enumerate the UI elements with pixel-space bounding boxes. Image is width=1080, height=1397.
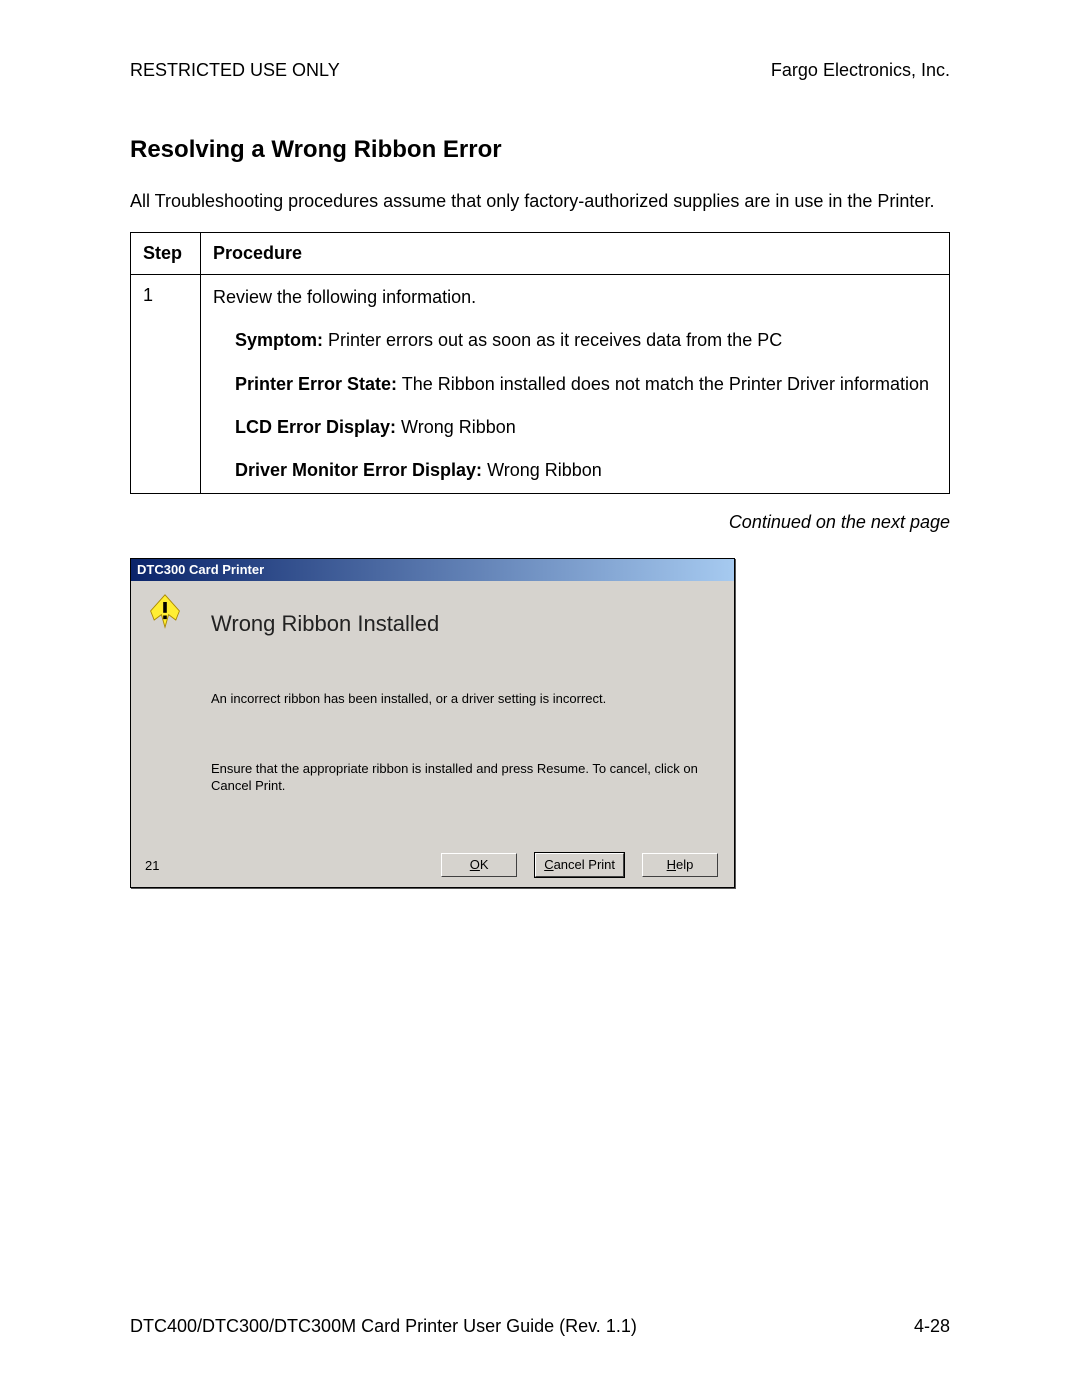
dialog-message-1: An incorrect ribbon has been installed, …	[211, 691, 606, 706]
dialog-body: Wrong Ribbon Installed An incorrect ribb…	[131, 581, 734, 887]
document-page: RESTRICTED USE ONLY Fargo Electronics, I…	[0, 0, 1080, 533]
symptom-label: Symptom:	[235, 330, 323, 350]
continued-note: Continued on the next page	[130, 512, 950, 533]
lcd-label: LCD Error Display:	[235, 417, 396, 437]
driver-monitor-text: Wrong Ribbon	[482, 460, 602, 480]
footer-left: DTC400/DTC300/DTC300M Card Printer User …	[130, 1316, 637, 1337]
symptom-line: Symptom: Printer errors out as soon as i…	[213, 328, 937, 353]
table-row: 1 Review the following information. Symp…	[131, 275, 950, 494]
symptom-text: Printer errors out as soon as it receive…	[323, 330, 782, 350]
footer-right: 4-28	[914, 1316, 950, 1337]
warning-icon	[147, 593, 183, 629]
dialog-heading: Wrong Ribbon Installed	[211, 611, 439, 637]
ok-rest: K	[480, 857, 489, 872]
dialog-titlebar: DTC300 Card Printer	[131, 559, 734, 581]
dialog-button-row: OK Cancel Print Help	[441, 853, 718, 877]
col-procedure: Procedure	[201, 233, 950, 275]
dialog-count: 21	[145, 858, 159, 873]
procedure-table: Step Procedure 1 Review the following in…	[130, 232, 950, 494]
page-footer: DTC400/DTC300/DTC300M Card Printer User …	[130, 1316, 950, 1337]
procedure-cell: Review the following information. Sympto…	[201, 275, 950, 494]
dialog-message-2: Ensure that the appropriate ribbon is in…	[211, 761, 714, 795]
intro-paragraph: All Troubleshooting procedures assume th…	[130, 189, 950, 214]
lcd-text: Wrong Ribbon	[396, 417, 516, 437]
ok-mnemonic: O	[470, 857, 480, 872]
page-header: RESTRICTED USE ONLY Fargo Electronics, I…	[130, 60, 950, 81]
header-right: Fargo Electronics, Inc.	[771, 60, 950, 81]
error-state-line: Printer Error State: The Ribbon installe…	[213, 372, 937, 397]
lcd-line: LCD Error Display: Wrong Ribbon	[213, 415, 937, 440]
help-mnemonic: H	[667, 857, 676, 872]
help-button[interactable]: Help	[642, 853, 718, 877]
driver-monitor-line: Driver Monitor Error Display: Wrong Ribb…	[213, 458, 937, 483]
cancel-mnemonic: C	[544, 857, 553, 872]
cancel-print-button[interactable]: Cancel Print	[535, 853, 624, 877]
error-state-label: Printer Error State:	[235, 374, 397, 394]
procedure-line: Review the following information.	[213, 285, 937, 310]
ok-button[interactable]: OK	[441, 853, 517, 877]
table-header-row: Step Procedure	[131, 233, 950, 275]
step-number: 1	[131, 275, 201, 494]
error-dialog: DTC300 Card Printer Wrong Ribbon Install…	[130, 558, 735, 888]
col-step: Step	[131, 233, 201, 275]
page-title: Resolving a Wrong Ribbon Error	[130, 136, 950, 164]
cancel-rest: ancel Print	[554, 857, 615, 872]
driver-monitor-label: Driver Monitor Error Display:	[235, 460, 482, 480]
header-left: RESTRICTED USE ONLY	[130, 60, 340, 81]
help-rest: elp	[676, 857, 693, 872]
error-state-text: The Ribbon installed does not match the …	[397, 374, 929, 394]
